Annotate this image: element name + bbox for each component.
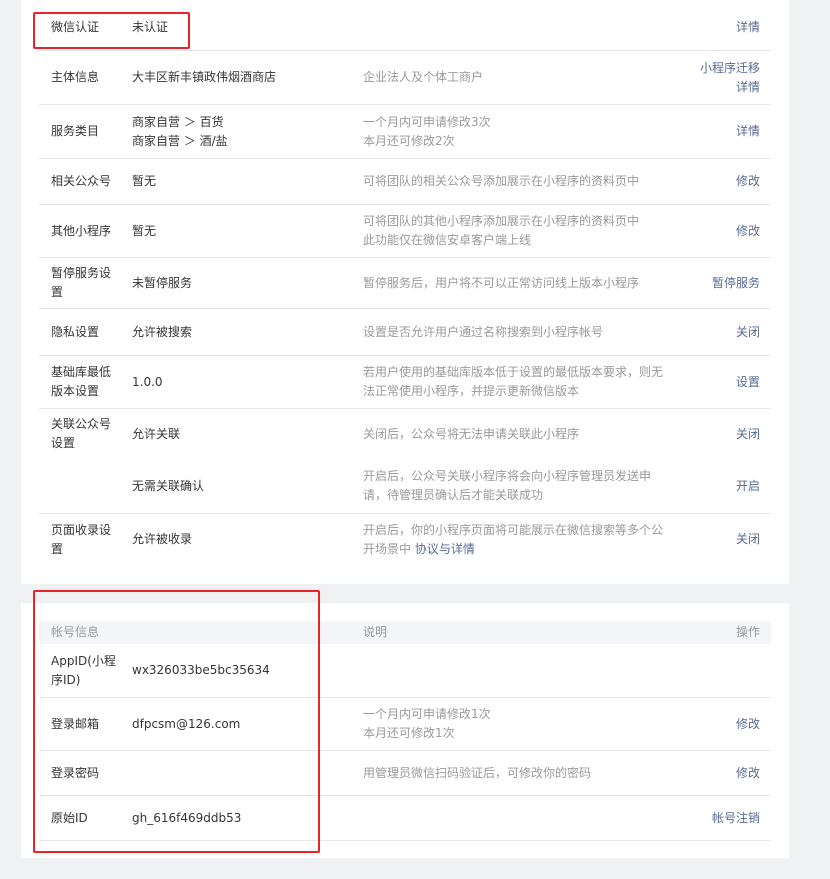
login-password-edit-link[interactable]: 修改 [736, 764, 760, 783]
related-official-value: 暂无 [132, 174, 157, 188]
login-password-desc: 用管理员微信扫码验证后，可修改你的密码 [363, 765, 592, 780]
row-login-email: 登录邮箱 dfpcsm@126.com 一个月内可申请修改1次 本月还可修改1次… [39, 698, 771, 751]
base-lib-label: 基础库最低 [51, 365, 112, 379]
wechat-verify-detail-link[interactable]: 详情 [736, 18, 760, 37]
header-operation: 操作 [735, 625, 760, 639]
other-miniprogram-value: 暂无 [132, 223, 157, 238]
miniprogram-migrate-link[interactable]: 小程序迁移 [700, 59, 760, 78]
page-index-desc: 开启后，你的小程序页面将可能展示在微信搜索等多个公 [363, 522, 664, 537]
page-index-desc: 开场景中 [363, 541, 415, 556]
base-lib-label: 版本设置 [51, 384, 100, 398]
settings-panel: 微信认证 未认证 详情 主体信息 大丰区新丰镇政伟烟酒商店 企业法人及个体工商户… [21, 0, 789, 584]
protocol-detail-link[interactable]: 协议与详情 [415, 542, 475, 556]
wechat-verify-label: 微信认证 [51, 20, 100, 34]
link-official-label: 关联公众号 [51, 417, 112, 431]
page-index-label: 置 [51, 541, 64, 556]
account-panel: 帐号信息 说明 操作 AppID(小程 序ID) wx326033be5bc35… [21, 603, 789, 858]
privacy-close-link[interactable]: 关闭 [736, 323, 760, 342]
row-subject-info: 主体信息 大丰区新丰镇政伟烟酒商店 企业法人及个体工商户 小程序迁移 详情 [39, 51, 771, 105]
account-cancel-link[interactable]: 帐号注销 [712, 809, 760, 828]
link-official-desc: 关闭后，公众号将无法申请关联此小程序 [363, 426, 580, 441]
link-official-label: 设置 [51, 436, 76, 450]
other-miniprogram-edit-link[interactable]: 修改 [736, 222, 760, 241]
account-table-header: 帐号信息 说明 操作 [39, 621, 771, 644]
link-confirm-desc: 开启后，公众号关联小程序将会向小程序管理员发送申 [363, 469, 652, 483]
link-official-value: 允许关联 [132, 426, 181, 441]
pause-service-link[interactable]: 暂停服务 [712, 274, 760, 293]
base-lib-set-link[interactable]: 设置 [736, 373, 760, 392]
related-official-desc: 可将团队的相关公众号添加展示在小程序的资料页中 [363, 174, 640, 188]
pause-service-label: 置 [51, 285, 64, 299]
wechat-verify-value: 未认证 [132, 20, 169, 34]
privacy-desc: 设置是否允许用户通过名称搜索到小程序帐号 [363, 324, 604, 339]
header-account-info: 帐号信息 [51, 625, 100, 639]
row-appid: AppID(小程 序ID) wx326033be5bc35634 [39, 644, 771, 698]
row-login-password: 登录密码 用管理员微信扫码验证后，可修改你的密码 修改 [39, 751, 771, 796]
pause-service-value: 未暂停服务 [132, 275, 193, 290]
subject-info-label: 主体信息 [51, 70, 100, 84]
original-id-label: 原始ID [51, 810, 88, 825]
page-index-close-link[interactable]: 关闭 [736, 530, 760, 549]
service-category-desc: 一个月内可申请修改3次 [363, 114, 491, 129]
login-email-label: 登录邮箱 [51, 716, 100, 731]
row-link-confirm: 无需关联确认 开启后，公众号关联小程序将会向小程序管理员发送申 请，待管理员确认… [39, 459, 771, 514]
login-email-desc: 一个月内可申请修改1次 [363, 707, 491, 721]
related-official-edit-link[interactable]: 修改 [736, 172, 760, 191]
privacy-label: 隐私设置 [51, 324, 100, 339]
subject-info-desc: 企业法人及个体工商户 [363, 70, 484, 84]
pause-service-desc: 暂停服务后，用户将不可以正常访问线上版本小程序 [363, 275, 640, 290]
service-category-label: 服务类目 [51, 124, 100, 138]
row-page-index: 页面收录设 置 允许被收录 开启后，你的小程序页面将可能展示在微信搜索等多个公 … [39, 514, 771, 565]
related-official-label: 相关公众号 [51, 174, 112, 188]
link-confirm-value: 无需关联确认 [132, 478, 205, 493]
service-category-desc: 本月还可修改2次 [363, 133, 455, 148]
base-lib-desc: 若用户使用的基础库版本低于设置的最低版本要求，则无 [363, 365, 664, 379]
login-password-label: 登录密码 [51, 765, 100, 780]
link-confirm-open-link[interactable]: 开启 [736, 477, 760, 496]
row-pause-service: 暂停服务设 置 未暂停服务 暂停服务后，用户将不可以正常访问线上版本小程序 暂停… [39, 258, 771, 309]
other-miniprogram-desc: 可将团队的其他小程序添加展示在小程序的资料页中 [363, 214, 640, 228]
row-other-miniprogram: 其他小程序 暂无 可将团队的其他小程序添加展示在小程序的资料页中 此功能仅在微信… [39, 205, 771, 258]
link-confirm-desc: 请，待管理员确认后才能关联成功 [363, 488, 544, 502]
appid-label: AppID(小程 [51, 653, 116, 668]
appid-value: wx326033be5bc35634 [132, 663, 270, 677]
service-category-item: 商家自营 ＞ 酒/盐 [132, 133, 228, 148]
service-category-detail-link[interactable]: 详情 [736, 122, 760, 141]
base-lib-value: 1.0.0 [132, 374, 163, 389]
other-miniprogram-label: 其他小程序 [51, 223, 112, 238]
page-index-label: 页面收录设 [51, 522, 112, 537]
appid-label: 序ID) [51, 672, 81, 687]
row-base-lib: 基础库最低 版本设置 1.0.0 若用户使用的基础库版本低于设置的最低版本要求，… [39, 356, 771, 409]
subject-info-value: 大丰区新丰镇政伟烟酒商店 [132, 70, 277, 84]
other-miniprogram-desc: 此功能仅在微信安卓客户端上线 [363, 233, 532, 247]
row-service-category: 服务类目 商家自营 ＞ 百货 商家自营 ＞ 酒/盐 一个月内可申请修改3次 本月… [39, 105, 771, 159]
login-email-value: dfpcsm@126.com [132, 716, 241, 731]
header-description: 说明 [363, 625, 388, 639]
row-related-official: 相关公众号 暂无 可将团队的相关公众号添加展示在小程序的资料页中 修改 [39, 159, 771, 205]
page-index-value: 允许被收录 [132, 532, 193, 546]
login-email-edit-link[interactable]: 修改 [736, 715, 760, 734]
base-lib-desc: 法正常使用小程序，并提示更新微信版本 [363, 384, 580, 398]
service-category-item: 商家自营 ＞ 百货 [132, 114, 224, 129]
original-id-value: gh_616f469ddb53 [132, 810, 242, 825]
row-wechat-verify: 微信认证 未认证 详情 [39, 5, 771, 51]
row-original-id: 原始ID gh_616f469ddb53 帐号注销 [39, 796, 771, 841]
row-privacy: 隐私设置 允许被搜索 设置是否允许用户通过名称搜索到小程序帐号 关闭 [39, 309, 771, 356]
subject-info-detail-link[interactable]: 详情 [736, 78, 760, 97]
row-link-official: 关联公众号 设置 允许关联 关闭后，公众号将无法申请关联此小程序 关闭 [39, 409, 771, 459]
privacy-value: 允许被搜索 [132, 324, 193, 339]
login-email-desc: 本月还可修改1次 [363, 726, 455, 740]
link-official-close-link[interactable]: 关闭 [736, 425, 760, 444]
pause-service-label: 暂停服务设 [51, 266, 112, 280]
